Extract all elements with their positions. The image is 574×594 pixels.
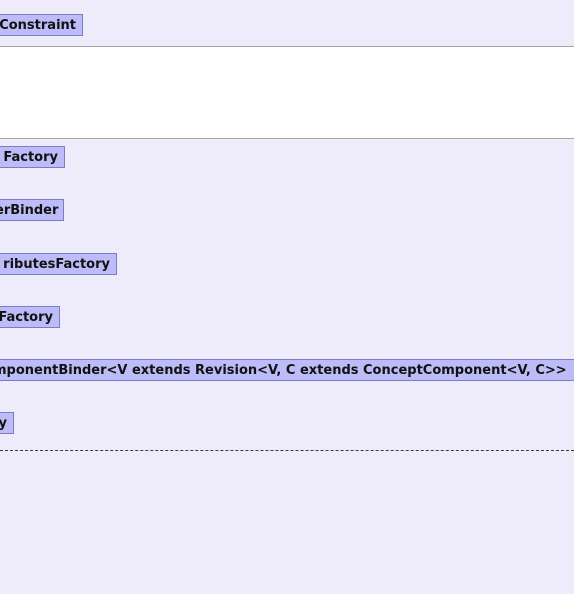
- class-node-label: Factory: [3, 150, 58, 165]
- class-node-constraint[interactable]: Constraint: [0, 14, 83, 36]
- class-node-attributes-factory[interactable]: ributesFactory: [0, 253, 117, 275]
- dashed-divider: [0, 450, 574, 451]
- class-node-binder[interactable]: erBinder: [0, 199, 64, 221]
- class-node-factory-2[interactable]: Factory: [0, 306, 60, 328]
- class-node-component-binder[interactable]: mponentBinder<V extends Revision<V, C ex…: [0, 359, 574, 381]
- class-node-label: Factory: [0, 310, 53, 325]
- class-node-label: ributesFactory: [3, 257, 110, 272]
- class-node-factory[interactable]: Factory: [0, 146, 65, 168]
- class-node-label: Constraint: [0, 18, 76, 33]
- class-node-label: mponentBinder<V extends Revision<V, C ex…: [0, 363, 567, 378]
- header-band: [0, 0, 574, 47]
- class-node-short[interactable]: y: [0, 412, 14, 434]
- class-node-label: y: [0, 416, 7, 431]
- class-node-label: erBinder: [0, 203, 59, 218]
- white-band: [0, 47, 574, 139]
